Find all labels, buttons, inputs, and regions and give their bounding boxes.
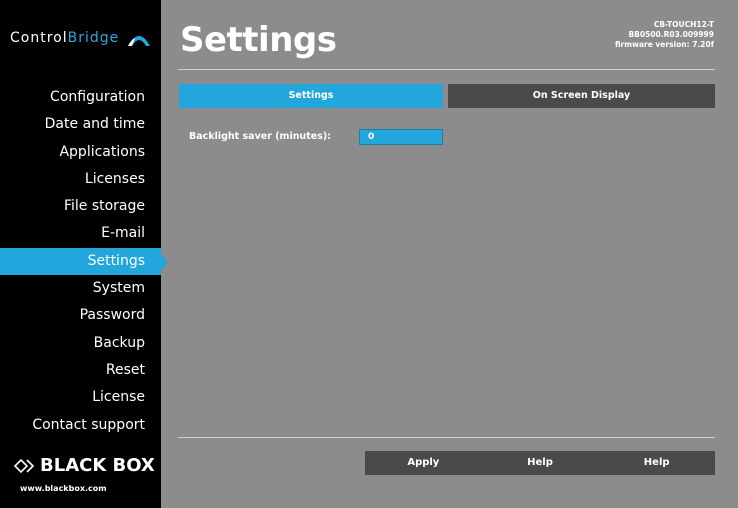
tab-on-screen-display[interactable]: On Screen Display <box>448 84 715 108</box>
controlbridge-logo: ControlBridge <box>0 0 161 76</box>
device-info: CB-TOUCH12-T BB0500.R03.009999 firmware … <box>615 20 714 50</box>
sidebar-item-reset[interactable]: Reset <box>0 357 161 384</box>
sidebar-item-applications[interactable]: Applications <box>0 139 161 166</box>
help-button-secondary[interactable]: Help <box>598 451 715 475</box>
device-serial: BB0500.R03.009999 <box>628 30 714 39</box>
action-bar: Apply Help Help <box>365 451 715 475</box>
sidebar-item-configuration[interactable]: Configuration <box>0 84 161 111</box>
logo-text-control: Control <box>10 30 68 46</box>
tab-settings[interactable]: Settings <box>179 84 443 108</box>
firmware-version: firmware version: 7.20f <box>614 40 714 49</box>
sidebar-item-file-storage[interactable]: File storage <box>0 193 161 220</box>
page-title: Settings <box>180 20 337 60</box>
sidebar-item-password[interactable]: Password <box>0 302 161 329</box>
blackbox-url: www.blackbox.com <box>20 484 107 493</box>
sidebar-item-backup[interactable]: Backup <box>0 330 161 357</box>
blackbox-logo: BLACK BOX <box>14 455 155 476</box>
sidebar: ControlBridge Configuration Date and tim… <box>0 0 168 508</box>
help-button[interactable]: Help <box>482 451 599 475</box>
sidebar-item-email[interactable]: E-mail <box>0 220 161 247</box>
sidebar-item-license[interactable]: License <box>0 384 161 411</box>
apply-button[interactable]: Apply <box>365 451 482 475</box>
sidebar-item-date-and-time[interactable]: Date and time <box>0 111 161 138</box>
backlight-saver-input[interactable] <box>359 129 443 145</box>
sidebar-item-contact-support[interactable]: Contact support <box>0 412 161 439</box>
sidebar-item-licenses[interactable]: Licenses <box>0 166 161 193</box>
sidebar-item-system[interactable]: System <box>0 275 161 302</box>
logo-text-bridge: Bridge <box>67 30 120 46</box>
backlight-saver-label: Backlight saver (minutes): <box>189 131 332 142</box>
sidebar-item-settings[interactable]: Settings <box>0 247 168 276</box>
header-divider <box>178 69 715 70</box>
device-model: CB-TOUCH12-T <box>653 20 714 29</box>
bridge-arc-icon <box>128 36 150 46</box>
footer-divider <box>178 437 715 438</box>
sidebar-menu: Configuration Date and time Applications… <box>0 84 168 439</box>
blackbox-logo-text: BLACK BOX <box>40 455 155 476</box>
blackbox-diamond-icon <box>14 458 35 473</box>
